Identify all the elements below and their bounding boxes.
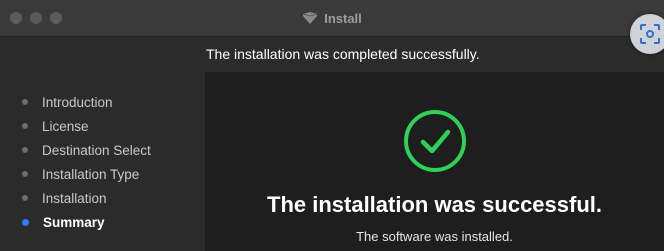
step-bullet xyxy=(22,171,28,177)
step-label: License xyxy=(42,118,89,134)
step-label: Destination Select xyxy=(42,142,151,158)
screenshot-tool-button[interactable] xyxy=(630,14,664,54)
installer-window: Install The installation was completed s… xyxy=(0,0,664,251)
title-bar[interactable]: Install xyxy=(0,0,664,54)
step-bullet xyxy=(22,123,28,129)
step-label: Installation xyxy=(42,190,107,206)
step-bullet xyxy=(22,147,28,153)
completion-message: The installation was completed successfu… xyxy=(206,46,480,62)
step-license: License xyxy=(22,116,89,136)
step-label: Summary xyxy=(43,214,105,230)
step-installation: Installation xyxy=(22,188,107,208)
step-bullet xyxy=(22,195,28,201)
step-label: Installation Type xyxy=(42,166,140,182)
success-subtitle: The software was installed. xyxy=(356,229,513,244)
installer-steps-sidebar: Introduction License Destination Select … xyxy=(0,80,200,251)
step-label: Introduction xyxy=(42,94,113,110)
package-icon xyxy=(303,12,318,24)
step-installation-type: Installation Type xyxy=(22,164,139,184)
success-title: The installation was successful. xyxy=(267,192,602,217)
checkmark-circle-icon xyxy=(404,110,466,172)
screenshot-icon xyxy=(640,24,660,44)
step-bullet-active xyxy=(22,218,29,226)
step-summary: Summary xyxy=(22,212,105,232)
step-introduction: Introduction xyxy=(22,92,113,112)
step-destination-select: Destination Select xyxy=(22,140,151,160)
window-title: Install xyxy=(324,10,362,26)
summary-panel: The installation was successful. The sof… xyxy=(205,72,664,251)
step-bullet xyxy=(22,99,28,105)
